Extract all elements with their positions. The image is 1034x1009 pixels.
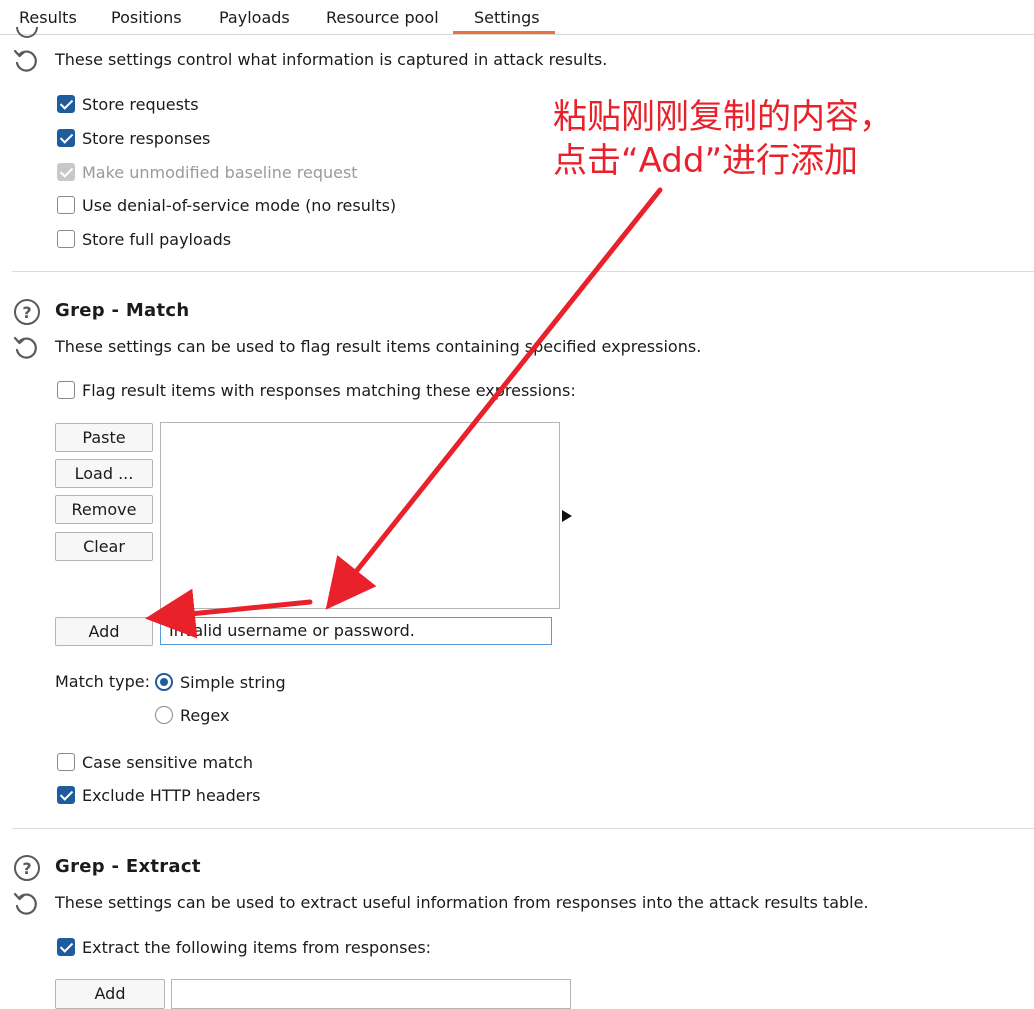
match-expression-input[interactable]: Invalid username or password. <box>160 617 552 645</box>
checkbox-label: Extract the following items from respons… <box>82 937 432 957</box>
exclude-http-headers-checkbox[interactable]: Exclude HTTP headers <box>57 785 261 805</box>
store-responses-checkbox[interactable]: Store responses <box>57 128 210 148</box>
radio-label: Regex <box>180 705 230 725</box>
simple-string-radio[interactable]: Simple string <box>155 671 286 693</box>
checkbox-label: Store responses <box>82 128 211 148</box>
radio-unselected[interactable] <box>155 706 173 724</box>
checkbox-label: Store full payloads <box>82 229 232 249</box>
restore-defaults-icon[interactable] <box>13 335 39 361</box>
checkbox-label: Store requests <box>82 94 199 114</box>
checkbox-unchecked[interactable] <box>57 381 75 399</box>
checkbox-unchecked[interactable] <box>57 753 75 771</box>
tab-bar: Results Positions Payloads Resource pool… <box>0 0 1034 35</box>
checkbox-label: Case sensitive match <box>82 752 254 772</box>
active-tab-indicator <box>453 31 555 34</box>
annotation-line-2: 点击“Add”进行添加 <box>553 141 859 181</box>
help-icon[interactable]: ? <box>14 299 40 325</box>
checkbox-checked[interactable] <box>57 786 75 804</box>
restore-defaults-icon[interactable] <box>13 48 39 74</box>
checkbox-label: Flag result items with responses matchin… <box>82 380 576 400</box>
case-sensitive-checkbox[interactable]: Case sensitive match <box>57 752 253 772</box>
paste-button[interactable]: Paste <box>55 423 153 452</box>
add-button[interactable]: Add <box>55 617 153 646</box>
clear-button[interactable]: Clear <box>55 532 153 561</box>
grep-extract-description: These settings can be used to extract us… <box>55 893 869 912</box>
tab-resource-pool[interactable]: Resource pool <box>326 8 439 27</box>
store-requests-checkbox[interactable]: Store requests <box>57 94 199 114</box>
load-button[interactable]: Load ... <box>55 459 153 488</box>
radio-label: Simple string <box>180 672 286 692</box>
extract-add-button[interactable]: Add <box>55 979 165 1009</box>
checkbox-unchecked[interactable] <box>57 230 75 248</box>
baseline-request-checkbox: Make unmodified baseline request <box>57 162 358 182</box>
remove-button[interactable]: Remove <box>55 495 153 524</box>
store-full-payloads-checkbox[interactable]: Store full payloads <box>57 229 231 249</box>
tab-settings[interactable]: Settings <box>474 8 540 27</box>
checkbox-checked[interactable] <box>57 95 75 113</box>
checkbox-label: Make unmodified baseline request <box>82 162 358 182</box>
match-expressions-list[interactable] <box>160 422 560 609</box>
flag-result-items-checkbox[interactable]: Flag result items with responses matchin… <box>57 380 576 400</box>
help-icon[interactable]: ? <box>14 855 40 881</box>
tab-payloads[interactable]: Payloads <box>219 8 290 27</box>
section-divider <box>12 271 1034 272</box>
dos-mode-checkbox[interactable]: Use denial-of-service mode (no results) <box>57 195 396 215</box>
checkbox-disabled <box>57 163 75 181</box>
grep-extract-title: Grep - Extract <box>55 856 201 877</box>
restore-defaults-icon[interactable] <box>13 891 39 917</box>
checkbox-label: Use denial-of-service mode (no results) <box>82 195 397 215</box>
help-icon[interactable] <box>14 27 40 41</box>
checkbox-checked[interactable] <box>57 129 75 147</box>
radio-selected[interactable] <box>155 673 173 691</box>
match-type-label: Match type: <box>55 672 151 691</box>
collapse-arrow-icon[interactable] <box>561 509 573 523</box>
annotation-text: 粘贴刚刚复制的内容， 点击“Add”进行添加 <box>553 95 893 183</box>
extract-items-list[interactable] <box>171 979 571 1009</box>
annotation-line-1: 粘贴刚刚复制的内容， <box>553 97 893 137</box>
section-divider <box>12 828 1034 829</box>
results-settings-description: These settings control what information … <box>55 50 608 69</box>
checkbox-unchecked[interactable] <box>57 196 75 214</box>
checkbox-checked[interactable] <box>57 938 75 956</box>
regex-radio[interactable]: Regex <box>155 704 229 726</box>
tab-positions[interactable]: Positions <box>111 8 182 27</box>
grep-match-title: Grep - Match <box>55 300 190 321</box>
checkbox-label: Exclude HTTP headers <box>82 785 261 805</box>
tab-results[interactable]: Results <box>19 8 77 27</box>
grep-match-description: These settings can be used to flag resul… <box>55 337 702 356</box>
extract-items-checkbox[interactable]: Extract the following items from respons… <box>57 937 431 957</box>
